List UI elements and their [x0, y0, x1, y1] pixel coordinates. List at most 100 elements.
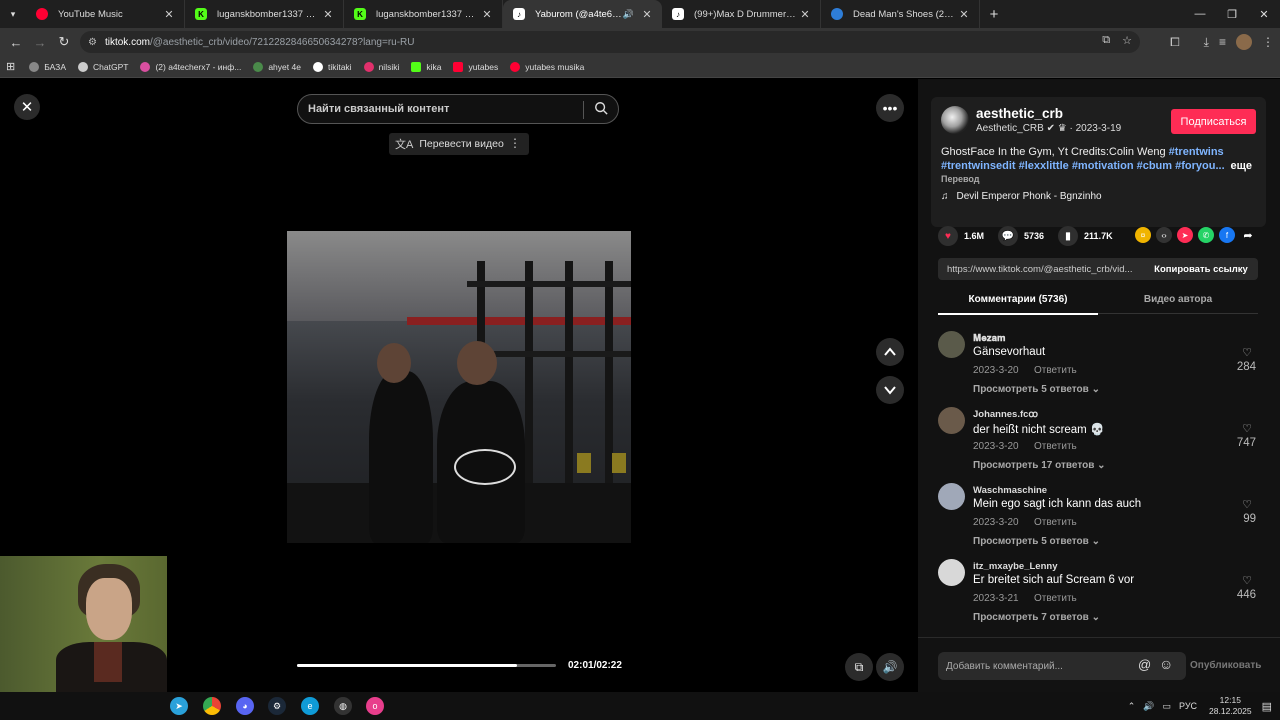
commenter-avatar[interactable] [938, 331, 965, 358]
browser-menu-icon[interactable]: ⋮ [1262, 35, 1274, 49]
speaker-icon[interactable]: 🔊 [1143, 701, 1154, 712]
new-tab-button[interactable]: + [980, 6, 1008, 23]
author-username[interactable]: aesthetic_crb [976, 106, 1063, 121]
hashtag-links[interactable]: #trentwinsedit #lexxlittle #motivation #… [941, 160, 1225, 172]
more-options-button[interactable]: ••• [876, 94, 904, 122]
tab-kick-stream-1[interactable]: K luganskbomber1337 Stream - K ✕ [185, 0, 344, 28]
close-window-icon[interactable]: ✕ [1248, 0, 1280, 28]
tab-comments[interactable]: Комментарии (5736) [938, 294, 1098, 315]
volume-button[interactable]: 🔊 [876, 653, 904, 681]
heart-outline-icon[interactable]: ♡ [1242, 422, 1252, 435]
bookmark-kika[interactable]: kika [411, 61, 441, 72]
reply-button[interactable]: Ответить [1034, 517, 1077, 528]
back-icon[interactable]: ← [4, 28, 28, 56]
related-search-input[interactable]: Найти связанный контент [297, 94, 619, 124]
osu-icon[interactable]: o [366, 697, 384, 715]
language-indicator[interactable]: РУС [1179, 701, 1197, 711]
bookmark-yutabes[interactable]: yutabes [453, 61, 498, 72]
media-control-icon[interactable]: ≡ [1219, 35, 1226, 49]
apps-icon[interactable]: ⊞ [6, 60, 15, 73]
clock[interactable]: 12:15 28.12.2025 [1209, 695, 1252, 717]
post-comment-button[interactable]: Опубликовать [1190, 660, 1261, 671]
commenter-name[interactable]: Waschmaschine [973, 485, 1047, 496]
speaker-icon[interactable]: 🔊 [623, 9, 634, 20]
restore-icon[interactable]: ❐ [1216, 0, 1248, 28]
bookmark-yutabes-musika[interactable]: yutabes musika [510, 61, 584, 72]
facebook-icon[interactable]: f [1219, 227, 1235, 243]
tab-author-videos[interactable]: Видео автора [1098, 294, 1258, 305]
close-tab-icon[interactable]: ✕ [162, 8, 176, 21]
chrome-icon[interactable] [203, 697, 221, 715]
view-replies-button[interactable]: Просмотреть 7 ответов ⌄ [973, 612, 1100, 623]
reply-button[interactable]: Ответить [1034, 593, 1077, 604]
view-replies-button[interactable]: Просмотреть 5 ответов ⌄ [973, 384, 1100, 395]
hashtag-link[interactable]: #trentwins [1169, 146, 1224, 158]
commenter-avatar[interactable] [938, 559, 965, 586]
tab-youtube-music[interactable]: YouTube Music ✕ [26, 0, 185, 28]
commenter-name[interactable]: Johannes.fcꝏ [973, 409, 1038, 420]
music-link[interactable]: ♫ Devil Emperor Phonk - Bgnzinho [941, 191, 1102, 202]
forward-icon[interactable]: → [28, 28, 52, 56]
minimize-icon[interactable]: — [1184, 0, 1216, 28]
whatsapp-icon[interactable]: ✆ [1198, 227, 1214, 243]
discord-icon[interactable]: ◕ [236, 697, 254, 715]
tab-dead-mans-shoes[interactable]: Dead Man's Shoes (2004) direc ✕ [821, 0, 980, 28]
install-app-icon[interactable]: ⧉ [1102, 34, 1110, 47]
bookmark-baza[interactable]: БАЗА [29, 61, 66, 72]
bookmark-a4techerx7[interactable]: (2) a4techerx7 - инф... [140, 61, 241, 72]
video-frame[interactable] [287, 231, 631, 543]
bookmark-tikitaki[interactable]: tikitaki [312, 61, 352, 72]
emoji-icon[interactable]: ☺ [1159, 656, 1173, 672]
bookmark-star-icon[interactable]: ☆ [1122, 34, 1132, 47]
view-replies-button[interactable]: Просмотреть 17 ответов ⌄ [973, 460, 1106, 471]
downloads-icon[interactable]: ⤓ [1204, 35, 1209, 50]
close-tab-icon[interactable]: ✕ [798, 8, 812, 21]
video-progress-bar[interactable] [297, 664, 556, 667]
close-tab-icon[interactable]: ✕ [640, 8, 654, 21]
tab-search-button[interactable]: ▾ [0, 0, 26, 28]
save-button[interactable]: ▮ 211.7K [1058, 226, 1113, 246]
heart-outline-icon[interactable]: ♡ [1242, 574, 1252, 587]
next-video-button[interactable] [876, 376, 904, 404]
close-tab-icon[interactable]: ✕ [957, 8, 971, 21]
app-icon[interactable]: ◍ [334, 697, 352, 715]
coin-icon[interactable]: ¤ [1135, 227, 1151, 243]
more-options-icon[interactable]: ⋮ [509, 136, 521, 150]
profile-avatar[interactable] [1236, 34, 1252, 50]
send-icon[interactable]: ➤ [1177, 227, 1193, 243]
network-icon[interactable]: ▭ [1163, 701, 1172, 712]
share-icon[interactable]: ➦ [1240, 227, 1256, 243]
comment-button[interactable]: 💬 5736 [998, 226, 1044, 246]
tab-kick-stream-2[interactable]: K luganskbomber1337 Stream - Y ✕ [344, 0, 503, 28]
bookmark-ahyet[interactable]: ahyet 4e [253, 61, 301, 72]
commenter-name[interactable]: itz_mxaybe_Lenny [973, 561, 1057, 572]
heart-outline-icon[interactable]: ♡ [1242, 346, 1252, 359]
bookmark-nilsiki[interactable]: nilsiki [363, 61, 399, 72]
heart-outline-icon[interactable]: ♡ [1242, 498, 1252, 511]
show-more-link[interactable]: еще [1230, 159, 1252, 173]
edge-icon[interactable]: e [301, 697, 319, 715]
author-avatar[interactable] [941, 106, 969, 134]
copy-link-button[interactable]: Копировать ссылку [1144, 258, 1258, 280]
like-button[interactable]: ♥ 1.6M [938, 226, 984, 246]
close-tab-icon[interactable]: ✕ [321, 8, 335, 21]
commenter-avatar[interactable] [938, 483, 965, 510]
translate-video-button[interactable]: 文A Перевести видео ⋮ [389, 133, 529, 155]
commenter-name[interactable]: 𝐌𝐞𝐳𝐚𝐦 [973, 333, 1006, 344]
search-icon[interactable] [594, 101, 608, 115]
mention-icon[interactable]: @ [1138, 657, 1151, 672]
telegram-icon[interactable]: ➤ [170, 697, 188, 715]
chevron-up-icon[interactable]: ⌃ [1128, 701, 1136, 712]
embed-icon[interactable]: ‹› [1156, 227, 1172, 243]
view-replies-button[interactable]: Просмотреть 5 ответов ⌄ [973, 536, 1100, 547]
close-video-button[interactable]: ✕ [14, 94, 40, 120]
reply-button[interactable]: Ответить [1034, 365, 1077, 376]
commenter-avatar[interactable] [938, 407, 965, 434]
address-bar[interactable]: ⚙ tiktok.com/@aesthetic_crb/video/721228… [80, 31, 1140, 53]
floating-player-button[interactable]: ⧉ [845, 653, 873, 681]
site-info-icon[interactable]: ⚙ [88, 37, 97, 48]
reload-icon[interactable]: ↻ [52, 28, 76, 56]
extensions-icon[interactable]: ⧠ [1170, 35, 1180, 50]
steam-icon[interactable]: ⚙ [268, 697, 286, 715]
share-url[interactable]: https://www.tiktok.com/@aesthetic_crb/vi… [938, 264, 1144, 275]
